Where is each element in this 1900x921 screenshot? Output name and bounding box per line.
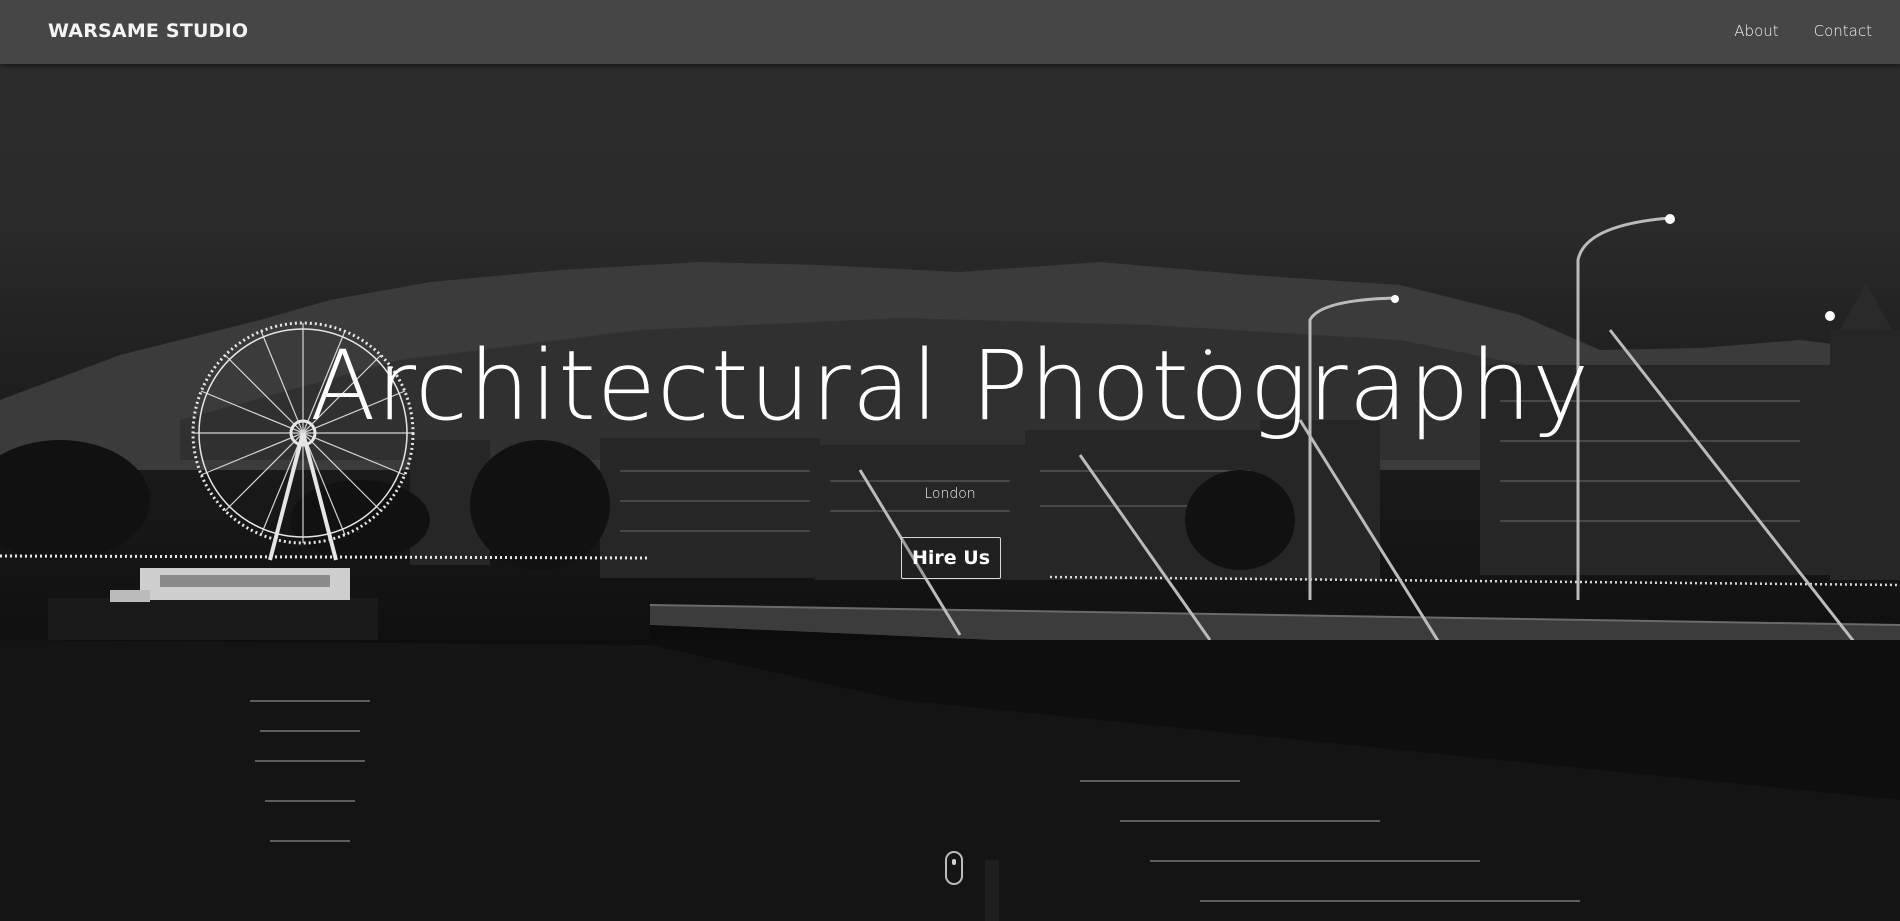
hero-title: Architectural Photography	[309, 330, 1591, 442]
brand-logo[interactable]: WARSAME STUDIO	[48, 20, 248, 42]
nav-link-contact[interactable]: Contact	[1814, 22, 1872, 40]
boat	[48, 568, 378, 640]
hero-background-image	[0, 214, 1900, 921]
nav-menu: About Contact	[1734, 22, 1872, 40]
hire-us-button[interactable]: Hire Us	[901, 537, 1001, 579]
nav-link-about[interactable]: About	[1734, 22, 1778, 40]
scroll-wheel-dot	[952, 859, 956, 865]
hero-location: London	[924, 486, 976, 502]
mouse-scroll-icon[interactable]	[945, 851, 963, 885]
top-navbar: WARSAME STUDIO About Contact	[0, 0, 1900, 64]
hero-section: WARSAME STUDIO About Contact Architectur…	[0, 0, 1900, 921]
